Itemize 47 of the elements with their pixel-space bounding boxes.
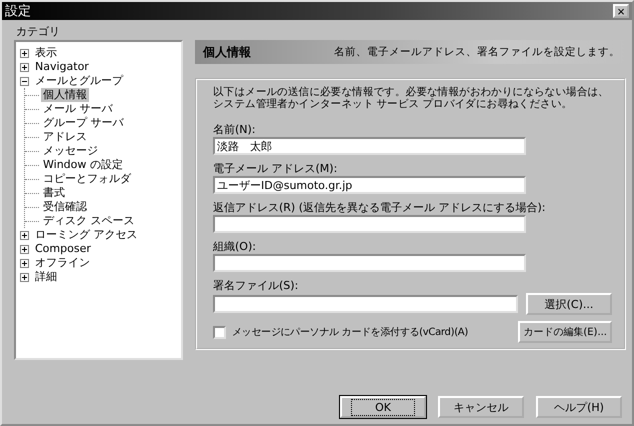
window-title: 設定: [5, 3, 31, 20]
expand-icon[interactable]: [20, 272, 29, 282]
collapse-icon[interactable]: [20, 76, 29, 86]
field-label: 組織(O):: [213, 239, 257, 254]
edit-card-button[interactable]: カードの編集(E)...: [518, 321, 612, 343]
expand-icon[interactable]: [20, 230, 29, 240]
field-label: 返信アドレス(R) (返信先を異なる電子メール アドレスにする場合):: [213, 200, 547, 215]
input-field[interactable]: [213, 254, 526, 272]
field-label: 名前(N):: [213, 122, 257, 137]
field-label: 電子メール アドレス(M):: [213, 161, 338, 176]
input-field[interactable]: [213, 295, 518, 313]
checkbox[interactable]: [213, 326, 226, 338]
tree-item[interactable]: メールとグループ: [33, 74, 125, 88]
checkbox-label[interactable]: メッセージにパーソナル カードを添付する(vCard)(A): [232, 325, 468, 339]
expand-icon[interactable]: [20, 244, 29, 254]
tree-item[interactable]: グループ サーバ: [41, 116, 126, 130]
select-button[interactable]: 選択(C)...: [526, 293, 612, 315]
tree-item[interactable]: 表示: [33, 46, 59, 60]
tree-item[interactable]: オフライン: [33, 256, 92, 270]
tree-item[interactable]: Composer: [33, 242, 93, 256]
tree-item[interactable]: メール サーバ: [41, 102, 114, 116]
tree-item[interactable]: Window の設定: [41, 158, 125, 172]
expand-icon[interactable]: [20, 62, 29, 72]
dialog-button[interactable]: キャンセル: [438, 396, 524, 418]
page-title: 個人情報: [203, 44, 251, 60]
input-field[interactable]: [213, 215, 526, 233]
tree-item[interactable]: 個人情報: [41, 88, 89, 102]
tree-item[interactable]: メッセージ: [41, 144, 100, 158]
expand-icon[interactable]: [20, 258, 29, 268]
tree-item[interactable]: 詳細: [33, 270, 59, 284]
tree-item[interactable]: ディスク スペース: [41, 214, 136, 228]
page-description: 名前、電子メールアドレス、署名ファイルを設定します。: [334, 45, 620, 59]
field-label: 署名ファイル(S):: [213, 278, 300, 293]
tree-item[interactable]: Navigator: [33, 60, 91, 74]
input-field[interactable]: ユーザーID@sumoto.gr.jp: [213, 176, 526, 194]
tree-item[interactable]: ローミング アクセス: [33, 228, 140, 242]
tree-item[interactable]: アドレス: [41, 130, 89, 144]
expand-icon[interactable]: [20, 48, 29, 58]
tree-item[interactable]: 書式: [41, 186, 67, 200]
intro-text: 以下はメールの送信に必要な情報です。必要な情報がおわかりにならない場合は、システム管理者かインターネット サービス プロバイダにお尋ねください。: [213, 86, 610, 110]
input-field[interactable]: 淡路 太郎: [213, 137, 526, 155]
tree-item[interactable]: コピーとフォルダ: [41, 172, 133, 186]
category-label: カテゴリ: [15, 24, 61, 40]
close-button[interactable]: ×: [613, 4, 629, 18]
dialog-button[interactable]: OK: [340, 396, 426, 418]
dialog-button[interactable]: ヘルプ(H): [536, 396, 622, 418]
tree-item[interactable]: 受信確認: [41, 200, 89, 214]
